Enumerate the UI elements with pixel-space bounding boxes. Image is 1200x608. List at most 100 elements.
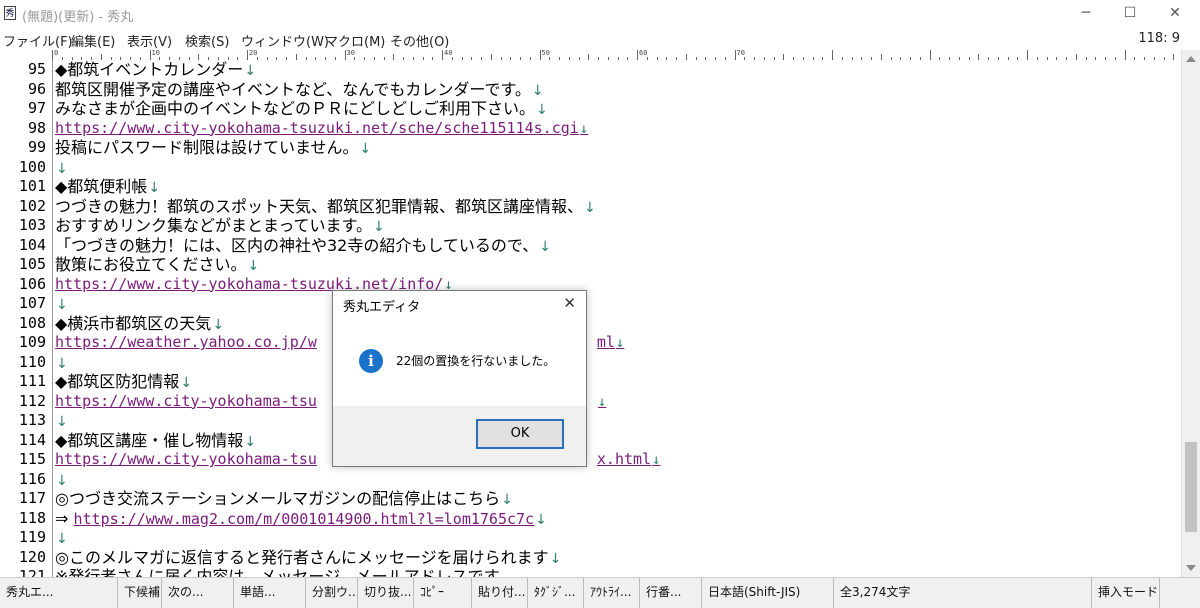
editor-line[interactable]: 117 ◎つづき交流ステーションメールマガジンの配信停止はこちら↓ bbox=[0, 489, 1182, 509]
ruler-tick bbox=[929, 50, 931, 60]
newline-mark: ↓ bbox=[584, 199, 596, 216]
menu-bar: ファイル(F) 編集(E) 表示(V) 検索(S) ウィンドウ(W) マクロ(M… bbox=[0, 28, 1200, 50]
editor-line[interactable]: 102 つづきの魅力！都筑のスポット天気、都筑区犯罪情報、都筑区講座情報、↓ bbox=[0, 197, 1182, 217]
editor-line[interactable]: 107 ↓ bbox=[0, 294, 1182, 314]
editor-line[interactable]: 98 https://www.city-yokohama-tsuzuki.net/… bbox=[0, 119, 1182, 139]
app-icon[interactable]: 秀 bbox=[4, 6, 16, 20]
line-number: 107 bbox=[18, 294, 46, 312]
ruler-number: 70 bbox=[736, 49, 745, 57]
line-text: みなさまが企画中のイベントなどのＰＲにどしどしご利用下さい。↓ bbox=[55, 99, 548, 121]
menu-search[interactable]: 検索(S) bbox=[185, 31, 229, 50]
line-text: ◎つづき交流ステーションメールマガジンの配信停止はこちら↓ bbox=[55, 489, 513, 511]
editor-line[interactable]: 114 ◆都筑区講座・催し物情報↓ bbox=[0, 431, 1182, 451]
text-editor[interactable]: 95 ◆都筑イベントカレンダー↓ 96 都筑区開催予定の講座やイベントなど、なんでもカ… bbox=[0, 60, 1182, 577]
line-text: ◆都筑便利帳↓ bbox=[55, 177, 160, 199]
statusbar-item[interactable]: ｺﾋﾟｰ bbox=[414, 578, 472, 608]
newline-mark: ↓ bbox=[244, 63, 257, 79]
maximize-button[interactable]: ☐ bbox=[1107, 0, 1153, 28]
editor-line[interactable]: 96 都筑区開催予定の講座やイベントなど、なんでもカレンダーです。↓ bbox=[0, 80, 1182, 100]
menu-view[interactable]: 表示(V) bbox=[127, 31, 172, 50]
statusbar-item[interactable]: 秀丸エ... bbox=[0, 578, 118, 608]
url-tail[interactable]: ml bbox=[597, 333, 615, 351]
editor-line[interactable]: 109 https://weather.yahoo.co.jp/w ml↓ bbox=[0, 333, 1182, 353]
statusbar-item[interactable]: ｱｳﾄﾗｲ... bbox=[584, 578, 640, 608]
editor-line[interactable]: 105 散策にお役立てください。↓ bbox=[0, 255, 1182, 275]
editor-line[interactable]: 95 ◆都筑イベントカレンダー↓ bbox=[0, 60, 1182, 80]
line-text: ↓ bbox=[55, 158, 68, 180]
url-tail[interactable]: x.html bbox=[597, 450, 651, 468]
editor-line[interactable]: 97 みなさまが企画中のイベントなどのＰＲにどしどしご利用下さい。↓ bbox=[0, 99, 1182, 119]
editor-line[interactable]: 119 ↓ bbox=[0, 528, 1182, 548]
editor-line[interactable]: 103 おすすめリンク集などがまとまっています。↓ bbox=[0, 216, 1182, 236]
statusbar-item[interactable]: 挿入モード bbox=[1092, 578, 1160, 608]
line-text: おすすめリンク集などがまとまっています。↓ bbox=[55, 216, 385, 238]
vertical-scrollbar[interactable] bbox=[1181, 50, 1200, 577]
newline-mark: ↓ bbox=[56, 355, 68, 372]
line-content: 投稿にパスワード制限は設けていません。 bbox=[55, 138, 359, 157]
line-content: https://www.city-yokohama-tsu bbox=[55, 450, 317, 468]
line-number: 102 bbox=[18, 196, 46, 215]
statusbar-item[interactable]: 下候補 bbox=[118, 578, 162, 608]
editor-line[interactable]: 120 ◎このメルマガに返信すると発行者さんにメッセージを届けられます↓ bbox=[0, 548, 1182, 568]
line-text: 「つづきの魅力！には、区内の神社や32寺の紹介もしているので、↓ bbox=[55, 236, 551, 258]
scroll-down-icon[interactable] bbox=[1186, 565, 1196, 571]
line-number: 120 bbox=[18, 547, 46, 566]
statusbar-item[interactable]: 単語... bbox=[234, 578, 306, 608]
statusbar-item[interactable]: 行番... bbox=[640, 578, 702, 608]
ruler-number: 30 bbox=[346, 49, 355, 57]
newline-mark: ↓ bbox=[212, 316, 225, 333]
menu-file[interactable]: ファイル(F) bbox=[3, 31, 73, 50]
line-text: ↓ bbox=[55, 353, 68, 375]
menu-macro[interactable]: マクロ(M) bbox=[325, 31, 385, 50]
editor-line[interactable]: 104 「つづきの魅力！には、区内の神社や32寺の紹介もしているので、↓ bbox=[0, 236, 1182, 256]
menu-other[interactable]: その他(O) bbox=[390, 31, 449, 50]
editor-line[interactable]: 111 ◆都筑区防犯情報↓ bbox=[0, 372, 1182, 392]
menu-window[interactable]: ウィンドウ(W) bbox=[241, 31, 329, 50]
newline-mark: ↓ bbox=[56, 297, 68, 313]
minimize-button[interactable]: ─ bbox=[1063, 0, 1109, 28]
newline-mark: ↓ bbox=[244, 433, 257, 450]
statusbar-item[interactable]: 次の... bbox=[162, 578, 234, 608]
editor-line[interactable]: 100 ↓ bbox=[0, 158, 1182, 178]
close-button[interactable]: ✕ bbox=[1152, 0, 1198, 28]
ok-button[interactable]: OK bbox=[476, 419, 564, 449]
statusbar-item[interactable]: 貼り付... bbox=[472, 578, 528, 608]
ruler-tick bbox=[247, 50, 248, 60]
scroll-up-icon[interactable] bbox=[1186, 56, 1196, 62]
ruler-number: 20 bbox=[249, 49, 258, 57]
line-text: ※発行者さんに届く内容は、メッセージ、メールアドレスです bbox=[55, 567, 500, 577]
editor-line[interactable]: 116 ↓ bbox=[0, 470, 1182, 490]
dialog-title: 秀丸エディタ bbox=[343, 300, 421, 315]
editor-line[interactable]: 101 ◆都筑便利帳↓ bbox=[0, 177, 1182, 197]
line-text: 散策にお役立てください。↓ bbox=[55, 255, 259, 277]
editor-line[interactable]: 121 ※発行者さんに届く内容は、メッセージ、メールアドレスです bbox=[0, 567, 1182, 577]
newline-mark: ↓ bbox=[536, 102, 548, 118]
statusbar-item[interactable]: ﾀｸﾞｼﾞ... bbox=[528, 578, 584, 608]
line-content: ◆都筑区防犯情報 bbox=[55, 372, 180, 391]
editor-line[interactable]: 110 ↓ bbox=[0, 353, 1182, 373]
editor-line[interactable]: 118 ⇒ https://www.mag2.com/m/0001014900.h… bbox=[0, 509, 1182, 529]
statusbar-item[interactable]: 日本語(Shift-JIS) bbox=[702, 578, 834, 608]
line-content: ◆横浜市都筑区の天気 bbox=[55, 313, 212, 333]
newline-mark: ↓ bbox=[531, 82, 544, 99]
newline-mark: ↓ bbox=[501, 492, 513, 508]
editor-line[interactable]: 106 https://www.city-yokohama-tsuzuki.net… bbox=[0, 275, 1182, 295]
statusbar-item[interactable]: 分割ウ... bbox=[306, 578, 358, 608]
line-number: 108 bbox=[18, 313, 46, 332]
info-icon: i bbox=[359, 349, 383, 373]
dialog-close-button[interactable]: ✕ bbox=[563, 294, 576, 312]
scroll-thumb[interactable] bbox=[1185, 442, 1197, 532]
statusbar-item[interactable]: 切り抜... bbox=[358, 578, 414, 608]
url-link[interactable]: https://www.city-yokohama-tsuzuki.net/sc… bbox=[55, 119, 588, 140]
statusbar-item[interactable]: 全3,274文字 bbox=[834, 578, 1092, 608]
line-text: ◆横浜市都筑区の天気↓ bbox=[55, 314, 224, 336]
editor-line[interactable]: 108 ◆横浜市都筑区の天気↓ bbox=[0, 314, 1182, 334]
menu-edit[interactable]: 編集(E) bbox=[71, 31, 115, 50]
url-link[interactable]: https://www.mag2.com/m/0001014900.html?l… bbox=[74, 510, 535, 528]
editor-line[interactable]: 115 https://www.city-yokohama-tsu x.html↓ bbox=[0, 450, 1182, 470]
editor-line[interactable]: 113 ↓ bbox=[0, 411, 1182, 431]
editor-line[interactable]: 112 https://www.city-yokohama-tsu ↓ bbox=[0, 392, 1182, 412]
editor-line[interactable]: 99 投稿にパスワード制限は設けていません。↓ bbox=[0, 138, 1182, 158]
line-number: 106 bbox=[18, 274, 46, 293]
line-content: ◎つづき交流ステーションメールマガジンの配信停止はこちら bbox=[55, 489, 501, 508]
